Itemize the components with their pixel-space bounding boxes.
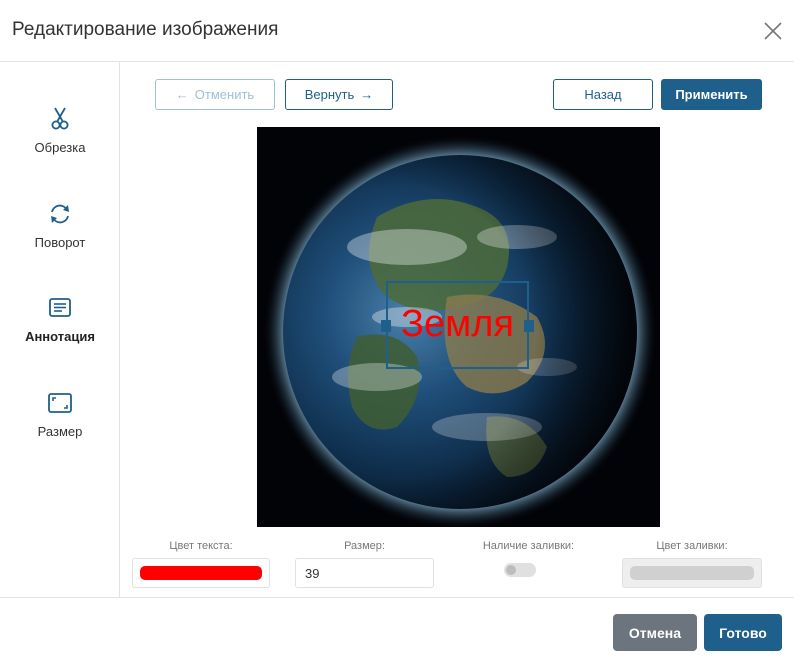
sidebar-item-resize[interactable]: Размер: [0, 390, 120, 470]
done-button[interactable]: Готово: [704, 614, 782, 651]
resize-handle-right[interactable]: [524, 320, 534, 332]
redo-button[interactable]: Вернуть →: [285, 79, 393, 110]
scissors-icon: [51, 107, 69, 130]
size-label: Размер:: [344, 540, 385, 552]
close-button[interactable]: [762, 20, 784, 42]
size-input[interactable]: [296, 559, 433, 587]
sidebar-item-label: Обрезка: [34, 140, 86, 155]
text-color-label: Цвет текста:: [169, 540, 233, 552]
redo-label: Вернуть: [304, 87, 355, 102]
fill-toggle[interactable]: [504, 563, 536, 577]
annotation-text[interactable]: Земля: [388, 303, 527, 346]
cancel-button[interactable]: Отмена: [613, 614, 697, 651]
sidebar-item-label: Поворот: [34, 235, 86, 250]
dialog-header: Редактирование изображения: [0, 0, 794, 62]
rotate-icon: [51, 204, 69, 224]
text-color-swatch: [140, 566, 262, 580]
fill-color-label: Цвет заливки:: [656, 540, 728, 552]
image-canvas[interactable]: Земля: [257, 127, 660, 527]
sidebar-item-rotate[interactable]: Поворот: [0, 201, 120, 281]
fill-presence-label: Наличие заливки:: [482, 540, 575, 552]
sidebar-item-label: Аннотация: [25, 329, 95, 344]
arrow-left-icon: ←: [175, 87, 189, 102]
text-color-picker[interactable]: [132, 558, 270, 588]
apply-button[interactable]: Применить: [661, 79, 762, 110]
annotation-selection[interactable]: Земля: [381, 281, 534, 369]
dialog-title: Редактирование изображения: [12, 19, 279, 40]
sidebar-item-label: Размер: [37, 424, 83, 439]
fill-color-swatch: [630, 566, 754, 580]
resize-handle-left[interactable]: [381, 320, 391, 332]
tools-sidebar: Обрезка Поворот Аннотация Размер: [0, 62, 120, 597]
sidebar-item-crop[interactable]: Обрезка: [0, 106, 120, 186]
arrow-right-icon: →: [360, 87, 374, 102]
toggle-knob: [506, 565, 516, 575]
annotation-icon: [49, 298, 71, 317]
dialog-footer: Отмена Готово: [0, 597, 794, 661]
sidebar-item-annotation[interactable]: Аннотация: [0, 295, 120, 375]
resize-icon: [48, 393, 72, 413]
fill-color-picker: [622, 558, 762, 588]
back-button[interactable]: Назад: [553, 79, 653, 110]
close-icon: [764, 22, 782, 40]
undo-label: Отменить: [194, 87, 255, 102]
undo-button[interactable]: ← Отменить: [155, 79, 275, 110]
size-field[interactable]: [295, 558, 434, 588]
